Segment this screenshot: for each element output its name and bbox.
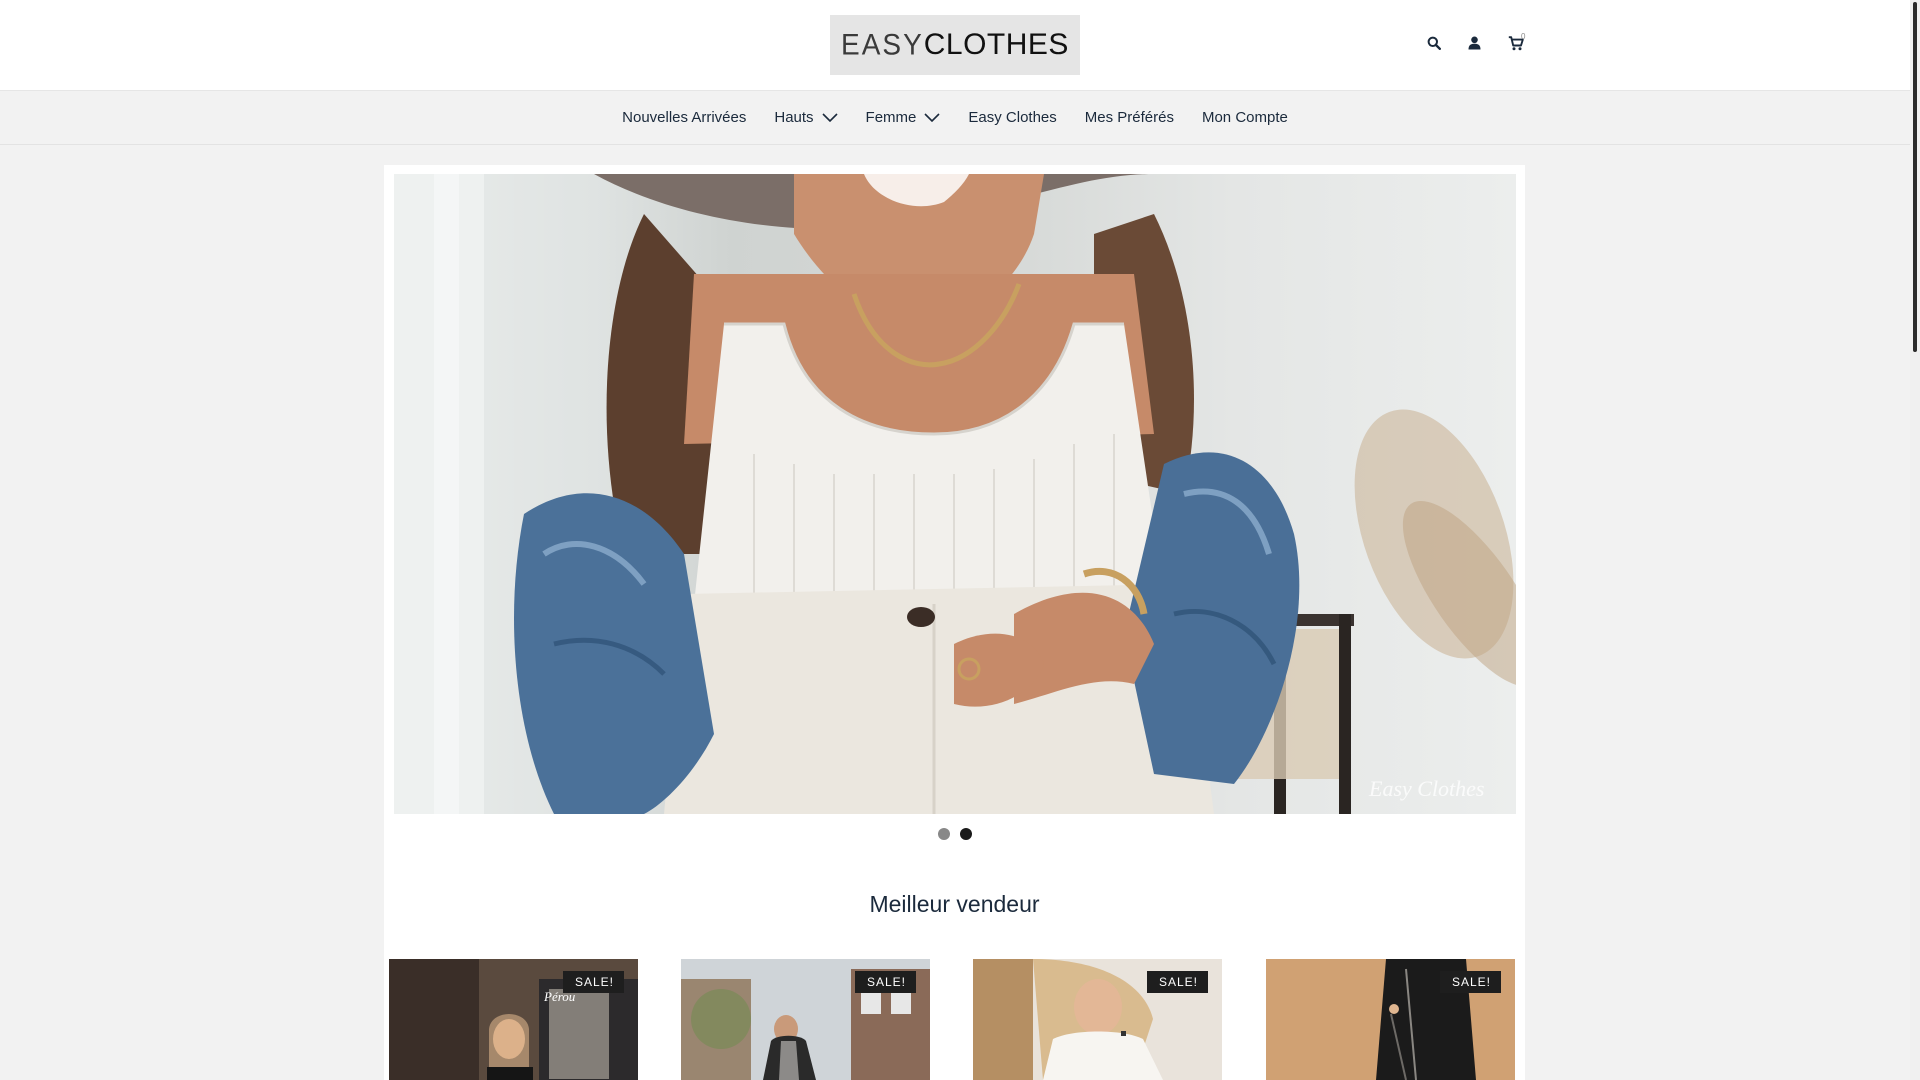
logo-text-light: EASY — [841, 28, 924, 61]
sale-badge: SALE! — [1439, 971, 1501, 993]
scrollbar-thumb[interactable] — [1913, 2, 1917, 352]
site-header: EASY CLOTHES 0 — [0, 0, 1910, 91]
logo-text-bold: CLOTHES — [923, 28, 1069, 61]
page-scrollbar[interactable] — [1910, 0, 1920, 1080]
hero-slide-image[interactable]: Easy Clothes — [394, 174, 1516, 814]
sale-badge: SALE! — [562, 971, 624, 993]
nav-item-femme[interactable]: Femme — [866, 109, 941, 126]
search-icon — [1427, 36, 1441, 50]
chevron-down-icon — [924, 113, 940, 122]
user-icon — [1468, 36, 1480, 50]
nav-item-mes-preferes[interactable]: Mes Préférés — [1085, 109, 1174, 126]
nav-item-nouvelles-arrivees[interactable]: Nouvelles Arrivées — [622, 109, 746, 126]
product-card[interactable]: SALE! — [681, 959, 930, 1080]
hero-watermark: Easy Clothes — [1368, 776, 1485, 801]
slider-dot-2[interactable] — [959, 828, 972, 840]
nav-item-label: Nouvelles Arrivées — [622, 109, 747, 126]
site-logo[interactable]: EASY CLOTHES — [830, 15, 1080, 75]
search-button[interactable] — [1421, 30, 1447, 56]
nav-item-label: Hauts — [774, 109, 814, 126]
product-card[interactable]: Pérou SALE! — [389, 959, 638, 1080]
account-button[interactable] — [1461, 30, 1487, 56]
product-card[interactable]: SALE! — [973, 959, 1222, 1080]
main-content: Easy Clothes Meilleur vendeur Pérou SALE… — [384, 165, 1525, 1080]
slider-dot-1[interactable] — [937, 828, 950, 840]
nav-item-easy-clothes[interactable]: Easy Clothes — [968, 109, 1056, 126]
product-card[interactable]: SALE! — [1266, 959, 1515, 1080]
slider-pagination — [384, 828, 1525, 840]
sale-badge: SALE! — [854, 971, 916, 993]
nav-item-hauts[interactable]: Hauts — [774, 109, 838, 126]
nav-item-label: Easy Clothes — [968, 109, 1057, 126]
chevron-down-icon — [821, 113, 838, 122]
nav-item-mon-compte[interactable]: Mon Compte — [1202, 109, 1288, 126]
nav-item-label: Mon Compte — [1201, 109, 1288, 126]
best-sellers-title: Meilleur vendeur — [869, 891, 1040, 917]
hero-photo-illustration: Easy Clothes — [394, 174, 1516, 814]
cart-count-badge: 0 — [1521, 32, 1526, 41]
sale-badge: SALE! — [1146, 971, 1208, 993]
nav-item-label: Mes Préférés — [1084, 109, 1174, 126]
main-navigation: Nouvelles Arrivées Hauts Femme Easy Clot… — [0, 91, 1910, 145]
nav-item-label: Femme — [865, 109, 917, 126]
